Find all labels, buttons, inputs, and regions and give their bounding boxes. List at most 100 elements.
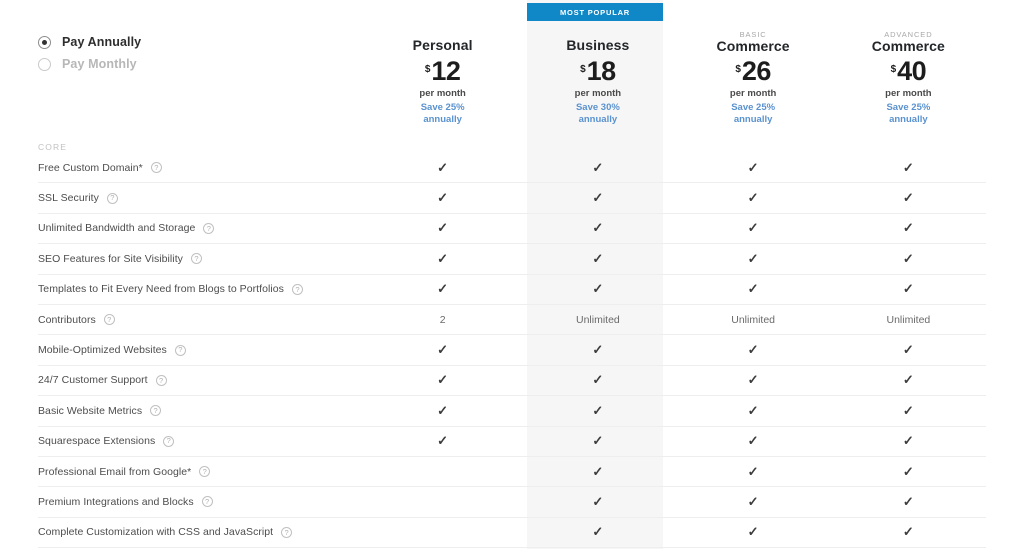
help-icon[interactable]: ? xyxy=(103,314,115,326)
checkmark-icon: ✓ xyxy=(747,190,759,206)
feature-value-cell: Unlimited xyxy=(676,314,831,326)
savings-note[interactable]: Save 25% annually xyxy=(365,102,520,126)
help-icon[interactable]: ? xyxy=(106,192,118,204)
help-icon[interactable]: ? xyxy=(199,466,211,478)
price-period: per month xyxy=(885,88,932,99)
savings-percent: Save 25% xyxy=(886,102,931,113)
feature-value-cell: ✓ xyxy=(520,252,675,266)
feature-value-text: Unlimited xyxy=(731,313,775,326)
checkmark-icon: ✓ xyxy=(902,493,914,509)
feature-label: Free Custom Domain* xyxy=(38,161,143,174)
help-icon[interactable]: ? xyxy=(150,405,162,417)
plan-price: $12 xyxy=(365,58,520,85)
checkmark-icon: ✓ xyxy=(747,524,759,540)
feature-label-cell: 24/7 Customer Support? xyxy=(38,374,365,386)
feature-value-cell: ✓ xyxy=(365,221,520,235)
savings-term: annually xyxy=(578,114,618,125)
plan-column-commerce-3: ADVANCED Commerce $40 per month Save 25% annu… xyxy=(831,0,986,135)
feature-label: Professional Email from Google* xyxy=(38,465,192,478)
feature-value-cell: ✓ xyxy=(831,161,986,175)
help-icon[interactable]: ? xyxy=(174,344,186,356)
feature-label-cell: Professional Email from Google*? xyxy=(38,466,365,478)
billing-option-label: Pay Annually xyxy=(62,35,142,49)
feature-label-cell: Templates to Fit Every Need from Blogs t… xyxy=(38,283,365,295)
checkmark-icon: ✓ xyxy=(902,342,914,358)
help-icon[interactable]: ? xyxy=(150,162,162,174)
savings-percent: Save 25% xyxy=(420,102,465,113)
feature-value-cell: ✓ xyxy=(831,221,986,235)
feature-value-cell: ✓ xyxy=(831,343,986,357)
feature-label-cell: Premium Integrations and Blocks? xyxy=(38,496,365,508)
checkmark-icon: ✓ xyxy=(592,402,604,418)
help-icon[interactable]: ? xyxy=(201,496,213,508)
plan-name: Commerce xyxy=(716,38,790,54)
feature-value-cell: ✓ xyxy=(520,282,675,296)
price-amount: 12 xyxy=(431,56,461,86)
table-row: Professional Email from Google*? ✓ ✓ ✓ xyxy=(38,457,986,488)
table-row: Unlimited Bandwidth and Storage? ✓ ✓ ✓ ✓ xyxy=(38,214,986,245)
feature-value-cell: ✓ xyxy=(831,252,986,266)
price-period: per month xyxy=(574,88,622,99)
feature-value-cell: ✓ xyxy=(676,404,831,418)
checkmark-icon: ✓ xyxy=(592,250,604,266)
checkmark-icon: ✓ xyxy=(437,250,449,266)
help-icon[interactable]: ? xyxy=(281,526,293,538)
checkmark-icon: ✓ xyxy=(747,220,759,236)
help-icon[interactable]: ? xyxy=(190,253,202,265)
feature-value-cell: ✓ xyxy=(676,495,831,509)
feature-label: 24/7 Customer Support xyxy=(38,374,148,387)
checkmark-icon: ✓ xyxy=(902,250,914,266)
section-label-core: CORE xyxy=(38,142,67,152)
feature-label-cell: Contributors? xyxy=(38,314,365,326)
billing-option-monthly[interactable]: Pay Monthly xyxy=(38,53,141,75)
help-icon[interactable]: ? xyxy=(203,222,215,234)
feature-label-cell: Free Custom Domain*? xyxy=(38,162,365,174)
checkmark-icon: ✓ xyxy=(747,402,759,418)
radio-button-icon[interactable] xyxy=(38,35,51,49)
currency-symbol: $ xyxy=(890,63,897,75)
feature-value-cell: ✓ xyxy=(520,434,675,448)
savings-note[interactable]: Save 25% annually xyxy=(676,102,831,126)
feature-value-cell: ✓ xyxy=(676,252,831,266)
table-row: Mobile-Optimized Websites? ✓ ✓ ✓ ✓ xyxy=(38,335,986,366)
help-icon[interactable]: ? xyxy=(291,283,303,295)
feature-value-cell: Unlimited xyxy=(831,314,986,326)
checkmark-icon: ✓ xyxy=(592,220,604,236)
feature-label: Basic Website Metrics xyxy=(38,404,143,417)
feature-value-cell: ✓ xyxy=(676,373,831,387)
help-icon[interactable]: ? xyxy=(155,374,167,386)
checkmark-icon: ✓ xyxy=(437,159,449,175)
feature-value-cell: ✓ xyxy=(831,404,986,418)
feature-label-cell: Basic Website Metrics? xyxy=(38,405,365,417)
checkmark-icon: ✓ xyxy=(437,433,449,449)
feature-value-cell: ✓ xyxy=(831,495,986,509)
feature-value-cell: ✓ xyxy=(520,465,675,479)
radio-button-icon[interactable] xyxy=(38,57,51,71)
checkmark-icon: ✓ xyxy=(592,281,604,297)
billing-option-annually[interactable]: Pay Annually xyxy=(38,31,141,53)
savings-note[interactable]: Save 30% annually xyxy=(520,102,675,126)
checkmark-icon: ✓ xyxy=(437,190,449,206)
feature-label: Premium Integrations and Blocks xyxy=(38,495,194,508)
feature-value-cell: ✓ xyxy=(365,373,520,387)
feature-value-cell: ✓ xyxy=(520,373,675,387)
savings-term: annually xyxy=(889,114,928,125)
checkmark-icon: ✓ xyxy=(902,372,914,388)
checkmark-icon: ✓ xyxy=(747,159,759,175)
checkmark-icon: ✓ xyxy=(592,372,604,388)
feature-value-cell: 2 xyxy=(365,314,520,326)
feature-value-cell: ✓ xyxy=(365,191,520,205)
help-icon[interactable]: ? xyxy=(163,435,175,447)
checkmark-icon: ✓ xyxy=(902,159,914,175)
feature-label: Complete Customization with CSS and Java… xyxy=(38,526,274,539)
checkmark-icon: ✓ xyxy=(592,524,604,540)
savings-note[interactable]: Save 25% annually xyxy=(831,102,986,126)
plan-column-commerce-2: BASIC Commerce $26 per month Save 25% annuall… xyxy=(676,0,831,135)
plan-header-row: Personal $12 per month Save 25% annually Busi… xyxy=(365,0,986,135)
table-row: 24/7 Customer Support? ✓ ✓ ✓ ✓ xyxy=(38,366,986,397)
plan-price: $40 xyxy=(831,58,986,85)
checkmark-icon: ✓ xyxy=(592,433,604,449)
checkmark-icon: ✓ xyxy=(437,402,449,418)
feature-value-cell: ✓ xyxy=(365,343,520,357)
table-row: Squarespace Extensions? ✓ ✓ ✓ ✓ xyxy=(38,427,986,457)
